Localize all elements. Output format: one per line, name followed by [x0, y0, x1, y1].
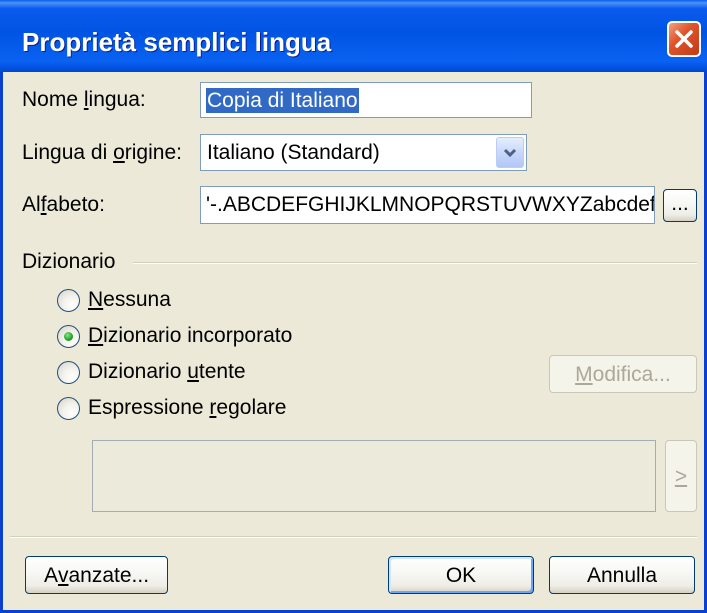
close-icon	[675, 30, 693, 48]
source-language-value: Italiano (Standard)	[207, 140, 380, 164]
radio-label-regex: Espressione regolare	[88, 396, 287, 419]
window-title: Proprietà semplici lingua	[22, 27, 332, 57]
close-button[interactable]	[667, 21, 701, 57]
bottom-separator	[10, 536, 697, 538]
ok-button[interactable]: OK	[388, 556, 534, 594]
alphabet-input[interactable]: '-.ABCDEFGHIJKLMNOPQRSTUVWXYZabcdefgh	[200, 186, 655, 224]
source-language-select[interactable]: Italiano (Standard)	[200, 134, 527, 171]
radio-button-none[interactable]	[57, 288, 80, 312]
dialog-window: Proprietà semplici lingua Nome lingua: C…	[0, 0, 707, 613]
radio-option-regex[interactable]: Espressione regolare	[57, 395, 286, 421]
advanced-button[interactable]: Av anzate...	[25, 556, 168, 594]
dictionary-group-label: Dizionario	[22, 250, 116, 273]
radio-dot	[64, 331, 73, 341]
chevron-down-icon	[503, 148, 517, 157]
radio-option-none[interactable]: Nessuna	[57, 287, 171, 313]
alphabet-value: '-.ABCDEFGHIJKLMNOPQRSTUVWXYZabcdefgh	[206, 193, 655, 216]
alphabet-label: Alfabeto:	[22, 193, 105, 216]
language-name-label: Nome lingua:	[22, 88, 146, 111]
dropdown-button[interactable]	[496, 137, 524, 168]
language-name-input[interactable]: Copia di Italiano	[200, 82, 532, 118]
title-bar[interactable]: Proprietà semplici lingua	[0, 0, 707, 72]
source-language-label: Lingua di origine:	[22, 141, 182, 164]
radio-label-user: Dizionario utente	[88, 360, 246, 383]
alphabet-browse-button[interactable]: ...	[663, 189, 697, 222]
radio-option-builtin[interactable]: Dizionario incorporato	[57, 323, 292, 349]
radio-option-user[interactable]: Dizionario utente	[57, 359, 246, 385]
group-separator	[133, 262, 697, 264]
language-name-value: Copia di Italiano	[206, 87, 359, 113]
edit-dictionary-button[interactable]: Modifica...	[549, 355, 697, 393]
cancel-button[interactable]: Annulla	[549, 556, 695, 594]
radio-label-builtin: Dizionario incorporato	[88, 324, 293, 347]
insert-expression-button[interactable]: >	[665, 440, 697, 512]
regular-expression-input[interactable]	[92, 440, 656, 512]
radio-button-user[interactable]	[57, 360, 80, 384]
radio-label-none: Nessuna	[88, 288, 171, 311]
radio-button-builtin[interactable]	[57, 324, 80, 348]
radio-button-regex[interactable]	[57, 396, 80, 420]
